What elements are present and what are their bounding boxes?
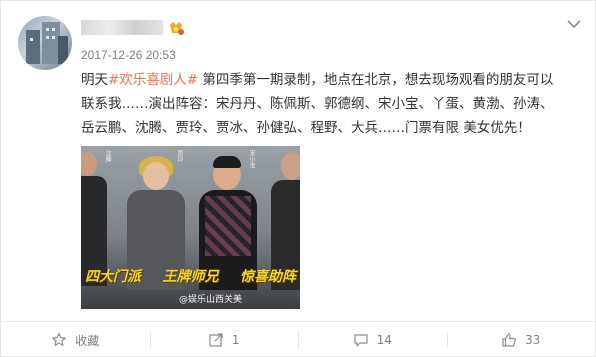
like-count: 33 (525, 333, 541, 347)
avatar-window (52, 36, 55, 39)
banner-word: 四大门派 (85, 269, 141, 285)
person-head (143, 162, 169, 190)
post-text: 明天#欢乐喜剧人# 第四季第一期录制，地点在北京，想去现场观看的朋友可以联系我…… (81, 68, 561, 140)
favorite-button[interactable]: 收藏 (1, 322, 150, 357)
post-timestamp[interactable]: 2017-12-26 20:53 (81, 48, 176, 62)
avatar-window (52, 28, 55, 31)
username-blurred[interactable] (81, 20, 163, 35)
photo-watermark: @娱乐山西关美 (179, 295, 243, 305)
avatar-building (26, 30, 40, 64)
comment-icon (354, 334, 368, 347)
banner-word: 惊喜助阵 (240, 269, 296, 285)
chevron-down-icon[interactable] (567, 19, 581, 29)
avatar-window (30, 38, 33, 41)
repost-button[interactable]: 1 (149, 322, 299, 357)
photo-name-tag: 宋小宝 (248, 150, 255, 168)
weibo-post-card: 2017-12-26 20:53 明天#欢乐喜剧人# 第四季第一期录制，地点在北… (0, 0, 596, 357)
favorite-label: 收藏 (75, 333, 100, 348)
post-text-lead: 明天 (81, 72, 108, 88)
avatar-window (46, 28, 49, 31)
thumbs-up-icon (502, 333, 516, 347)
repost-count: 1 (231, 333, 240, 347)
like-button[interactable]: 33 (446, 322, 596, 357)
vip-badge-icon[interactable] (167, 19, 185, 37)
jacket-pattern (205, 196, 251, 256)
photo-name-tag: 沈腾 (104, 150, 111, 162)
banner-word: 王牌师兄 (162, 269, 219, 285)
share-icon (209, 333, 223, 347)
person-head (281, 152, 300, 180)
photo-name-tag: 贾玲 (176, 150, 183, 162)
comment-count: 14 (376, 333, 392, 347)
post-photo[interactable]: 沈腾 贾玲 宋小宝 四大门派 王牌师兄 惊喜助阵 @娱乐山西关美 (81, 146, 300, 309)
person-hair (213, 156, 241, 168)
photo-banner: 四大门派 王牌师兄 惊喜助阵 (85, 266, 296, 286)
hashtag-link[interactable]: #欢乐喜剧人# (108, 72, 198, 88)
star-icon (52, 333, 67, 346)
avatar[interactable] (18, 16, 72, 70)
action-bar: 收藏 1 14 33 (1, 321, 595, 357)
avatar-window (46, 36, 49, 39)
comment-button[interactable]: 14 (298, 322, 447, 357)
avatar-building (58, 36, 68, 64)
